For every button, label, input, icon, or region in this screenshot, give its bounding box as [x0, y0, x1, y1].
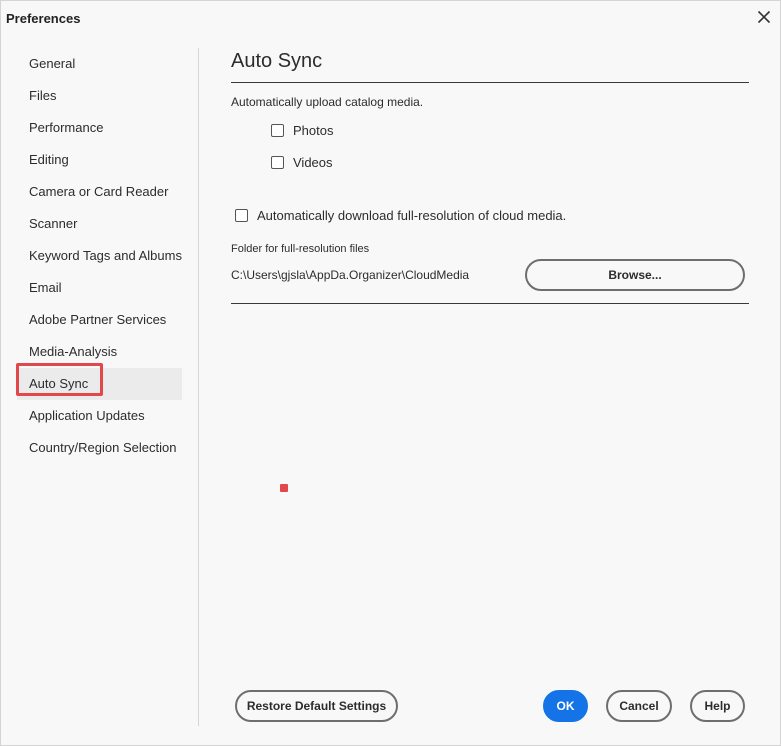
sidebar-item-general[interactable]: General	[17, 48, 182, 80]
restore-defaults-button[interactable]: Restore Default Settings	[235, 690, 398, 722]
sidebar-item-adobe-partner-services[interactable]: Adobe Partner Services	[17, 304, 182, 336]
preferences-dialog: Preferences General Files Performance Ed…	[0, 0, 781, 746]
close-button[interactable]	[754, 7, 774, 27]
sidebar-item-scanner[interactable]: Scanner	[17, 208, 182, 240]
sidebar-item-email[interactable]: Email	[17, 272, 182, 304]
cancel-button[interactable]: Cancel	[606, 690, 672, 722]
sidebar-item-editing[interactable]: Editing	[17, 144, 182, 176]
sidebar-item-application-updates[interactable]: Application Updates	[17, 400, 182, 432]
folder-path: C:\Users\gjsla\AppDa.Organizer\CloudMedi…	[231, 268, 470, 282]
sidebar-item-performance[interactable]: Performance	[17, 112, 182, 144]
download-label: Automatically download full-resolution o…	[257, 208, 567, 223]
title-bar: Preferences	[1, 1, 780, 35]
photos-checkbox-row[interactable]: Photos	[271, 123, 749, 138]
folder-row: C:\Users\gjsla\AppDa.Organizer\CloudMedi…	[231, 259, 749, 291]
videos-label: Videos	[293, 155, 333, 170]
sidebar-item-camera-or-card-reader[interactable]: Camera or Card Reader	[17, 176, 182, 208]
download-checkbox[interactable]	[235, 209, 248, 222]
title-divider	[231, 82, 749, 83]
ok-button[interactable]: OK	[543, 690, 588, 722]
upload-description: Automatically upload catalog media.	[231, 95, 424, 109]
download-checkbox-row[interactable]: Automatically download full-resolution o…	[235, 208, 749, 223]
sidebar-item-keyword-tags-and-albums[interactable]: Keyword Tags and Albums	[17, 240, 182, 272]
section-divider	[231, 303, 749, 304]
sidebar-divider	[198, 48, 199, 726]
photos-checkbox[interactable]	[271, 124, 284, 137]
sidebar-item-files[interactable]: Files	[17, 80, 182, 112]
auto-sync-panel: Auto Sync Automatically upload catalog m…	[231, 47, 749, 304]
photos-label: Photos	[293, 123, 334, 138]
folder-label: Folder for full-resolution files	[231, 243, 370, 255]
videos-checkbox[interactable]	[271, 156, 284, 169]
preferences-sidebar: General Files Performance Editing Camera…	[17, 48, 182, 464]
sidebar-item-media-analysis[interactable]: Media-Analysis	[17, 336, 182, 368]
dialog-title: Preferences	[6, 10, 81, 26]
help-button[interactable]: Help	[690, 690, 745, 722]
browse-button[interactable]: Browse...	[525, 259, 745, 291]
sidebar-item-auto-sync[interactable]: Auto Sync	[17, 368, 182, 400]
videos-checkbox-row[interactable]: Videos	[271, 155, 749, 170]
sidebar-item-country-region-selection[interactable]: Country/Region Selection	[17, 432, 182, 464]
close-icon	[757, 10, 771, 24]
cursor-marker	[280, 484, 288, 492]
panel-title: Auto Sync	[231, 50, 323, 72]
